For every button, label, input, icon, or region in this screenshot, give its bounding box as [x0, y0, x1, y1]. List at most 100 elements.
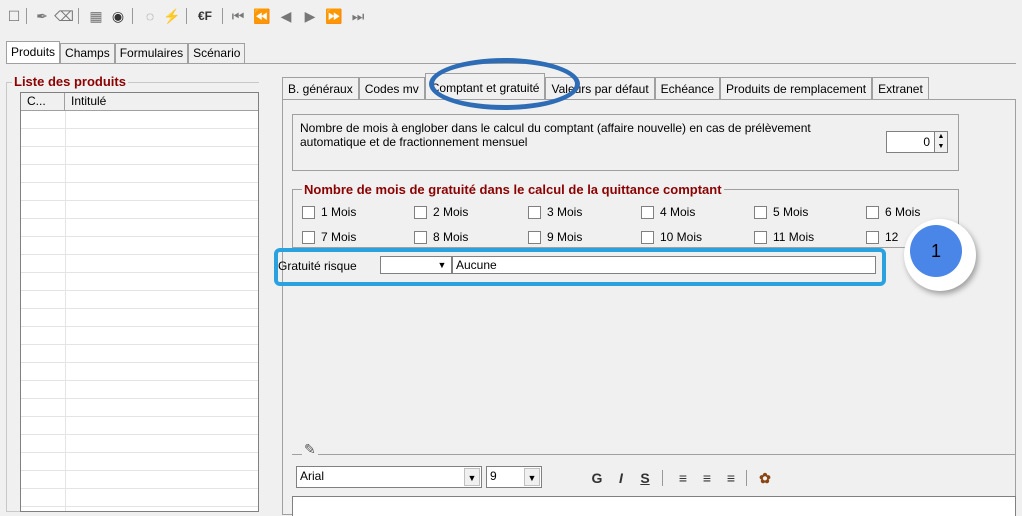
- checkbox-box[interactable]: [641, 205, 654, 219]
- checkbox-box[interactable]: [754, 205, 767, 219]
- checkbox-month-2[interactable]: 2 Mois: [414, 205, 468, 219]
- checkbox-month-3[interactable]: 3 Mois: [528, 205, 582, 219]
- new-icon[interactable]: ☐: [4, 6, 24, 26]
- list-rows[interactable]: [21, 111, 258, 511]
- checkbox-label: 9 Mois: [547, 230, 583, 244]
- fast-forward-icon[interactable]: ⏩: [324, 6, 344, 26]
- checkbox-month-11[interactable]: 11 Mois: [754, 230, 814, 244]
- product-list-title: Liste des produits: [12, 74, 128, 89]
- column-header-intitule[interactable]: Intitulé: [65, 93, 112, 110]
- gratuite-group-title: Nombre de mois de gratuité dans le calcu…: [302, 182, 724, 197]
- prev-icon[interactable]: ◀: [276, 6, 296, 26]
- checkbox-box[interactable]: [302, 230, 315, 244]
- checkbox-month-5[interactable]: 5 Mois: [754, 205, 808, 219]
- column-header-code[interactable]: C...: [21, 93, 65, 110]
- checkbox-month-8[interactable]: 8 Mois: [414, 230, 468, 244]
- checkbox-month-7[interactable]: 7 Mois: [302, 230, 356, 244]
- italic-button[interactable]: I: [610, 468, 632, 488]
- checkbox-box[interactable]: [754, 230, 767, 244]
- checkbox-month-1[interactable]: 1 Mois: [302, 205, 356, 219]
- checkbox-month-12[interactable]: 12: [866, 230, 898, 244]
- last-icon[interactable]: ⏭: [348, 6, 368, 26]
- checkbox-label: 3 Mois: [547, 205, 583, 219]
- next-icon[interactable]: ▶: [300, 6, 320, 26]
- toolbar-separator: [186, 8, 187, 24]
- tab-produits[interactable]: Produits: [6, 41, 61, 63]
- months-spinner-buttons[interactable]: ▲ ▼: [934, 131, 948, 153]
- tab-codes-mv[interactable]: Codes mv: [358, 77, 425, 99]
- tab-b-generaux[interactable]: B. généraux: [282, 77, 359, 99]
- tab-scenario[interactable]: Scénario: [188, 43, 246, 63]
- toolbar-separator: [26, 8, 27, 24]
- months-spinner-input[interactable]: 0: [886, 131, 934, 153]
- underline-button[interactable]: S: [634, 468, 656, 488]
- toolbar-separator: [222, 8, 223, 24]
- checkbox-box[interactable]: [302, 205, 315, 219]
- tab-champs[interactable]: Champs: [60, 43, 115, 63]
- toolbar-separator: [132, 8, 133, 24]
- checkbox-label: 6 Mois: [885, 205, 921, 219]
- align-center-icon[interactable]: ≡: [696, 468, 718, 488]
- font-size-value: 9: [490, 469, 497, 483]
- font-size-select[interactable]: 9 ▼: [486, 466, 542, 488]
- tab-echeance[interactable]: Echéance: [654, 77, 721, 99]
- checkbox-month-10[interactable]: 10 Mois: [641, 230, 702, 244]
- tab-produits-remplacement[interactable]: Produits de remplacement: [720, 77, 873, 99]
- chevron-down-icon[interactable]: ▼: [464, 468, 480, 486]
- editor-text-area[interactable]: [292, 496, 1016, 516]
- list-header: C... Intitulé: [21, 93, 258, 111]
- checkbox-box[interactable]: [414, 230, 427, 244]
- toolbar: ☐ ✒ ⌫ ▦ ◉ ◌ ⚡ €F ⏮ ⏪ ◀ ▶ ⏩ ⏭: [0, 0, 1022, 32]
- checkbox-label: 7 Mois: [321, 230, 357, 244]
- checkbox-label: 10 Mois: [660, 230, 703, 244]
- edit-icon[interactable]: ✒: [32, 6, 52, 26]
- detail-tabs: B. généraux Codes mv Comptant et gratuit…: [282, 73, 929, 99]
- font-family-value: Arial: [300, 469, 325, 483]
- tab-extranet[interactable]: Extranet: [872, 77, 929, 99]
- tab-formulaires[interactable]: Formulaires: [114, 43, 189, 63]
- checkbox-box[interactable]: [641, 230, 654, 244]
- product-list[interactable]: C... Intitulé: [20, 92, 259, 512]
- column-divider: [65, 111, 66, 511]
- checkbox-month-6[interactable]: 6 Mois: [866, 205, 920, 219]
- euro-icon[interactable]: €F: [192, 6, 218, 26]
- checkbox-label: 8 Mois: [433, 230, 469, 244]
- align-right-icon[interactable]: ≡: [720, 468, 742, 488]
- format-separator: [662, 470, 663, 486]
- lightning-icon[interactable]: ⚡: [162, 6, 182, 26]
- checkbox-label: 4 Mois: [660, 205, 696, 219]
- spin-down-icon[interactable]: ▼: [935, 142, 947, 152]
- checkbox-box[interactable]: [866, 230, 879, 244]
- spin-up-icon[interactable]: ▲: [935, 132, 947, 142]
- editor-divider: [292, 454, 1016, 455]
- checkbox-label: 5 Mois: [773, 205, 809, 219]
- months-description: Nombre de mois à englober dans le calcul…: [300, 121, 811, 149]
- camera-icon[interactable]: ◉: [108, 6, 128, 26]
- palette-icon[interactable]: ✿: [754, 468, 776, 488]
- format-separator: [746, 470, 747, 486]
- bold-button[interactable]: G: [586, 468, 608, 488]
- binoculars-icon[interactable]: ◌: [140, 6, 160, 26]
- eraser-icon[interactable]: ⌫: [54, 6, 74, 26]
- step-badge: 1: [910, 225, 962, 277]
- checkbox-label: 11 Mois: [773, 230, 815, 244]
- align-left-icon[interactable]: ≡: [672, 468, 694, 488]
- circle-annotation: [429, 58, 580, 110]
- toolbar-separator: [78, 8, 79, 24]
- chevron-down-icon[interactable]: ▼: [524, 468, 540, 486]
- checkbox-box[interactable]: [528, 205, 541, 219]
- font-family-select[interactable]: Arial ▼: [296, 466, 482, 488]
- main-tabs: Produits Champs Formulaires Scénario: [6, 41, 246, 63]
- checkbox-label: 1 Mois: [321, 205, 357, 219]
- fast-back-icon[interactable]: ⏪: [252, 6, 272, 26]
- checkbox-box[interactable]: [528, 230, 541, 244]
- checkbox-label: 2 Mois: [433, 205, 469, 219]
- first-icon[interactable]: ⏮: [228, 6, 248, 26]
- checkbox-month-4[interactable]: 4 Mois: [641, 205, 695, 219]
- editor-pin-icon[interactable]: ✎: [302, 441, 318, 458]
- checkbox-box[interactable]: [414, 205, 427, 219]
- list-icon[interactable]: ▦: [86, 6, 106, 26]
- checkbox-box[interactable]: [866, 205, 879, 219]
- gratuite-group: [292, 189, 959, 248]
- checkbox-month-9[interactable]: 9 Mois: [528, 230, 582, 244]
